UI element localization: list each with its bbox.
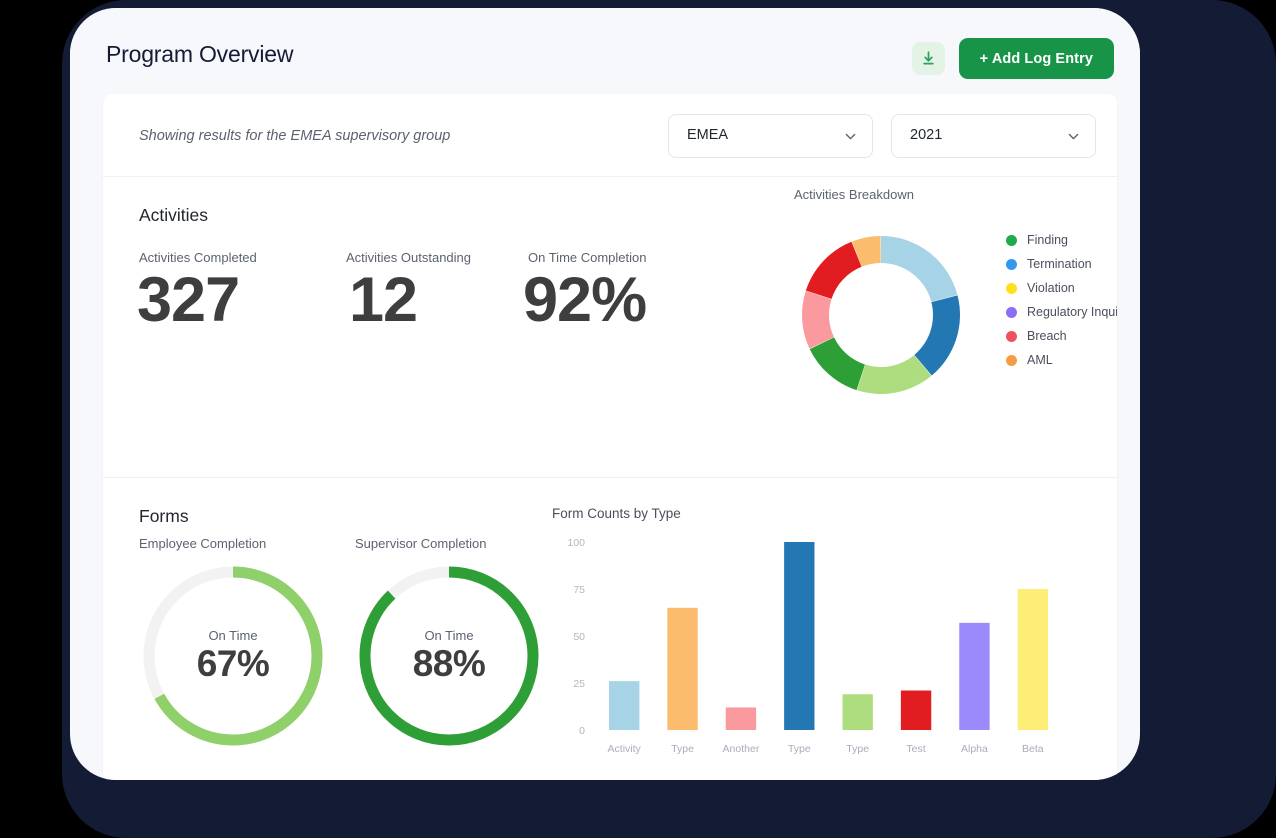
donut-segment xyxy=(914,295,960,376)
app-header: Program Overview + Add Log Entry xyxy=(70,8,1140,90)
chevron-down-icon xyxy=(844,130,857,148)
donut-chart-svg xyxy=(802,236,960,394)
activities-section: Activities Activities Completed 327 Acti… xyxy=(103,177,1117,477)
bar[interactable] xyxy=(784,542,815,730)
x-axis-tick-label: Activity xyxy=(608,743,642,755)
gauge-label-employee-completion: Employee Completion xyxy=(139,536,267,551)
donut-legend-item[interactable]: Breach xyxy=(1006,324,1117,348)
metric-label-on-time-completion: On Time Completion xyxy=(528,250,647,265)
filter-bar: Showing results for the EMEA supervisory… xyxy=(103,94,1117,177)
x-axis-tick-label: Another xyxy=(723,743,760,755)
legend-color-dot xyxy=(1006,258,1017,270)
download-button[interactable] xyxy=(911,42,945,75)
bar[interactable] xyxy=(725,707,757,730)
metric-value-activities-outstanding: 12 xyxy=(349,265,418,335)
legend-label: Termination xyxy=(1027,257,1092,271)
legend-color-dot xyxy=(1006,306,1017,318)
add-log-entry-button[interactable]: + Add Log Entry xyxy=(958,38,1114,79)
bar[interactable] xyxy=(900,690,932,730)
metric-value-on-time-completion: 92% xyxy=(523,265,647,335)
x-axis-tick-label: Beta xyxy=(1022,743,1044,755)
legend-label: Finding xyxy=(1027,233,1068,247)
activities-section-title: Activities xyxy=(139,205,209,225)
app-window: Program Overview + Add Log Entry Showing… xyxy=(70,8,1140,780)
year-select[interactable]: 2021 xyxy=(891,114,1096,158)
legend-color-dot xyxy=(1006,354,1017,366)
donut-segment xyxy=(809,337,865,391)
gauge-supervisor-value: 88% xyxy=(412,642,486,684)
bar[interactable] xyxy=(609,681,640,730)
filter-caption: Showing results for the EMEA supervisory… xyxy=(139,128,451,144)
legend-label: Regulatory Inquiry xyxy=(1027,305,1117,319)
y-axis-tick-label: 0 xyxy=(579,725,585,737)
donut-segment xyxy=(881,236,958,302)
x-axis-tick-label: Test xyxy=(906,743,925,755)
legend-label: Breach xyxy=(1027,329,1067,343)
y-axis-tick-label: 25 xyxy=(573,678,585,690)
legend-color-dot xyxy=(1006,234,1017,246)
x-axis-tick-label: Type xyxy=(846,743,869,755)
legend-color-dot xyxy=(1006,282,1017,294)
main-card: Showing results for the EMEA supervisory… xyxy=(103,94,1117,780)
gauge-supervisor-completion: On Time 88% xyxy=(355,562,543,750)
donut-legend-item[interactable]: Termination xyxy=(1006,252,1117,276)
forms-section: Forms Employee Completion Supervisor Com… xyxy=(103,477,1117,780)
metric-label-activities-completed: Activities Completed xyxy=(139,250,257,265)
year-select-value: 2021 xyxy=(910,127,943,143)
gauge-employee-center: On Time 67% xyxy=(139,562,327,750)
region-select-value: EMEA xyxy=(687,127,729,143)
y-axis-tick-label: 100 xyxy=(567,537,585,549)
activities-breakdown-chart: Activities Breakdown Finding Termination V… xyxy=(794,187,1117,402)
chevron-down-icon xyxy=(1067,130,1080,148)
bar[interactable] xyxy=(842,694,873,730)
gauge-employee-caption: On Time xyxy=(208,627,258,643)
donut-legend-item[interactable]: Regulatory Inquiry xyxy=(1006,300,1117,324)
form-counts-title: Form Counts by Type xyxy=(552,506,681,521)
bar[interactable] xyxy=(1017,589,1048,730)
gauge-employee-value: 67% xyxy=(196,642,270,684)
gauge-employee-completion: On Time 67% xyxy=(139,562,327,750)
gauge-supervisor-center: On Time 88% xyxy=(355,562,543,750)
donut-legend: Finding Termination Violation Regulatory In… xyxy=(1006,228,1117,372)
metric-label-activities-outstanding: Activities Outstanding xyxy=(346,250,472,265)
bar[interactable] xyxy=(959,622,990,730)
header-actions: + Add Log Entry xyxy=(911,38,1114,79)
donut-legend-item[interactable]: Violation xyxy=(1006,276,1117,300)
bar[interactable] xyxy=(667,607,698,730)
y-axis-tick-label: 75 xyxy=(573,584,585,596)
x-axis-tick-label: Type xyxy=(671,743,694,755)
page-title: Program Overview xyxy=(106,41,294,67)
gauge-label-supervisor-completion: Supervisor Completion xyxy=(355,536,487,551)
x-axis-tick-label: Type xyxy=(788,743,811,755)
donut-legend-item[interactable]: Finding xyxy=(1006,228,1117,252)
gauge-supervisor-caption: On Time xyxy=(424,627,474,643)
bar-chart-svg: 0 25 50 75 100 Activity Type Another Type Type Tes… xyxy=(567,537,1048,755)
download-icon xyxy=(920,50,937,67)
legend-color-dot xyxy=(1006,330,1017,342)
x-axis-tick-label: Alpha xyxy=(961,743,988,755)
legend-label: Violation xyxy=(1027,281,1075,295)
metric-value-activities-completed: 327 xyxy=(137,265,240,335)
donut-segment xyxy=(805,241,862,299)
forms-section-title: Forms xyxy=(139,506,189,526)
activities-breakdown-title: Activities Breakdown xyxy=(794,187,914,202)
y-axis-tick-label: 50 xyxy=(573,631,585,643)
donut-legend-item[interactable]: AML xyxy=(1006,348,1117,372)
region-select[interactable]: EMEA xyxy=(668,114,873,158)
filter-select-group: EMEA 2021 xyxy=(668,114,1096,158)
legend-label: AML xyxy=(1027,353,1053,367)
form-counts-chart: Form Counts by Type 0 25 50 75 100 Activity Ty… xyxy=(550,506,1095,776)
